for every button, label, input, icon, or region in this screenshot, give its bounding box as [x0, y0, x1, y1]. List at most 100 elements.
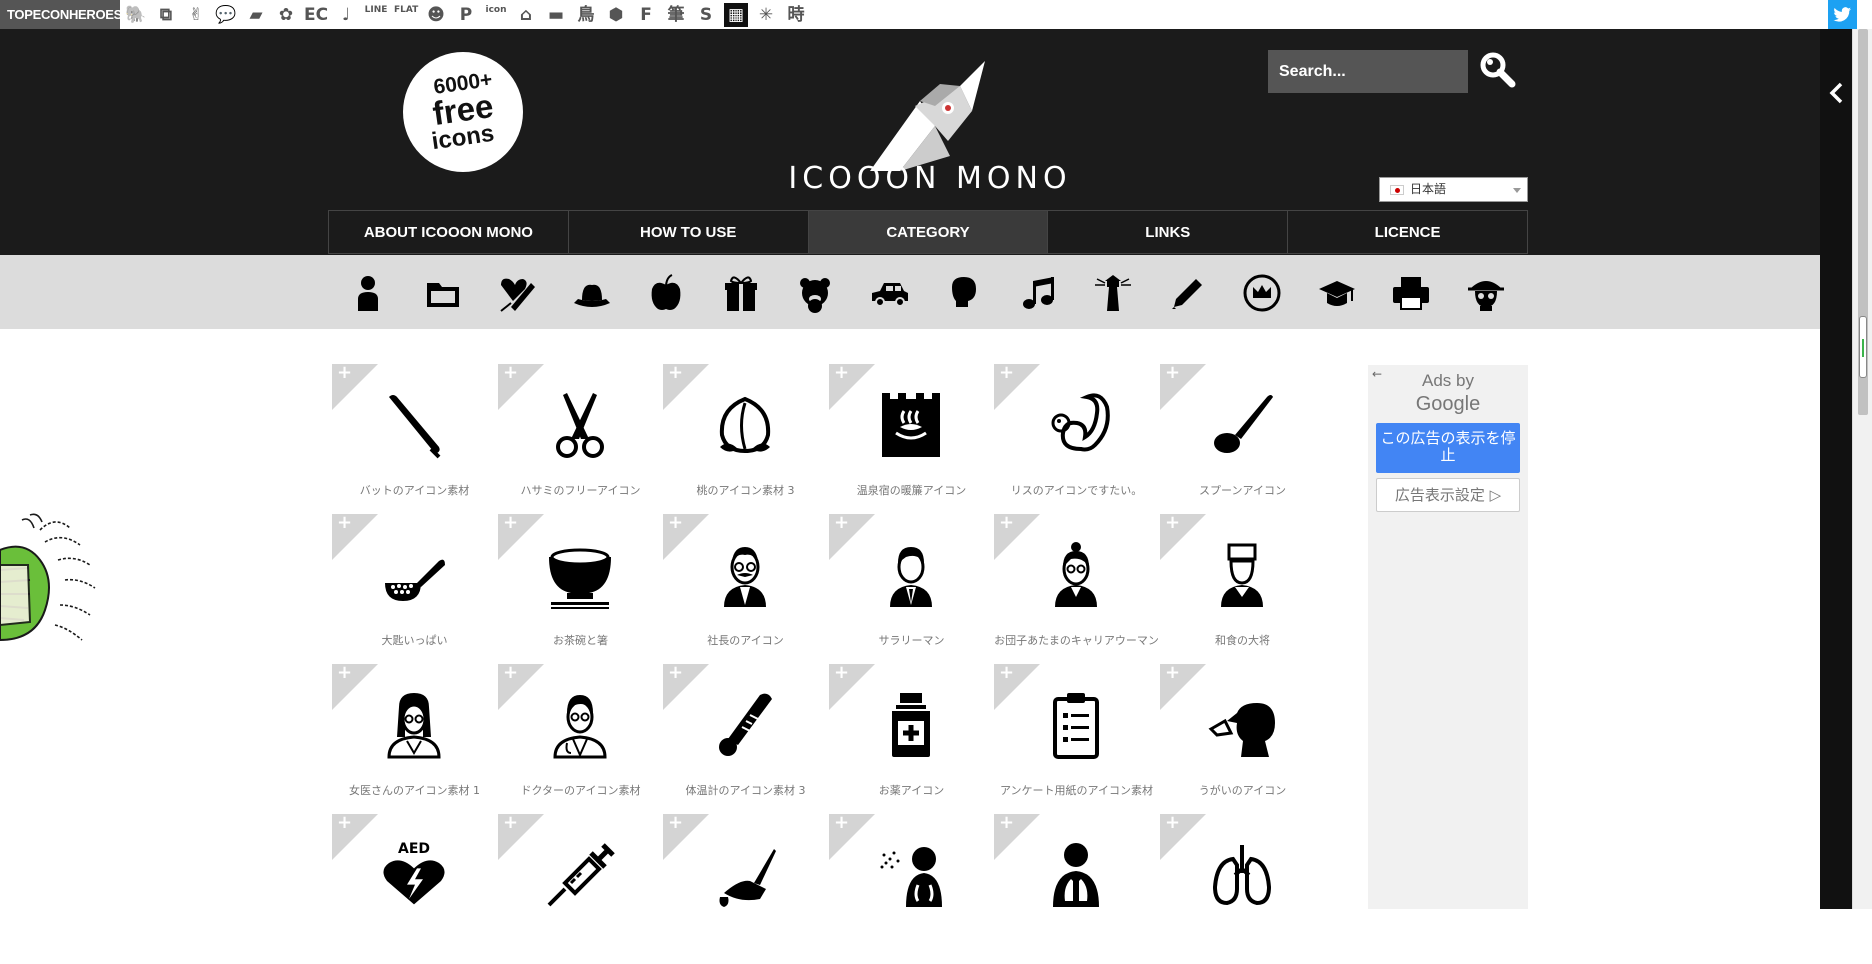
spray-lungs-icon[interactable]	[876, 839, 946, 909]
nav-category[interactable]: CATEGORY	[808, 211, 1049, 254]
female-doctor-icon[interactable]	[379, 689, 449, 759]
scissors-icon[interactable]	[545, 389, 615, 459]
icon-card[interactable]: + リスのアイコンですたい。	[994, 362, 1159, 514]
icon-card[interactable]: + ドクターのアイコン素材	[498, 662, 663, 814]
p-icon[interactable]: P	[454, 3, 478, 27]
icon-label[interactable]: 大匙いっぱい	[332, 633, 497, 648]
plus-icon[interactable]: +	[337, 512, 352, 533]
plus-icon[interactable]: +	[668, 812, 683, 833]
icon-label[interactable]: 女医さんのアイコン素材 1	[332, 783, 497, 798]
search-input[interactable]	[1268, 50, 1468, 93]
icon-card[interactable]: + 社長のアイコン	[663, 512, 828, 664]
icon-label[interactable]: ドクターのアイコン素材	[498, 783, 663, 798]
aed-icon[interactable]: AED	[379, 839, 449, 909]
icon-card[interactable]: + お薬アイコン	[829, 662, 994, 814]
plus-icon[interactable]: +	[999, 662, 1014, 683]
category-gift-icon[interactable]	[721, 273, 761, 313]
icon-card[interactable]: + スプーンアイコン	[1160, 362, 1325, 514]
line-icon[interactable]: LINE	[364, 3, 388, 27]
plus-icon[interactable]: +	[834, 662, 849, 683]
icon-card[interactable]: + 大匙いっぱい	[332, 512, 497, 664]
plus-icon[interactable]: +	[834, 812, 849, 833]
house-icon[interactable]: ⌂	[514, 3, 538, 27]
category-folder-icon[interactable]	[423, 273, 463, 313]
icon-card[interactable]: + サラリーマン	[829, 512, 994, 664]
grid-icon[interactable]: ▦	[724, 3, 748, 27]
medicine-bottle-icon[interactable]	[876, 689, 946, 759]
time-kanji-icon[interactable]: 時	[784, 3, 808, 27]
burst-icon[interactable]: ✳	[754, 3, 778, 27]
nav-links[interactable]: LINKS	[1048, 211, 1289, 254]
lungs-body-icon[interactable]	[1041, 839, 1111, 909]
thermometer-icon[interactable]	[710, 689, 780, 759]
plus-icon[interactable]: +	[503, 512, 518, 533]
plus-icon[interactable]: +	[1165, 362, 1180, 383]
plus-icon[interactable]: +	[834, 512, 849, 533]
stick-figure-icon[interactable]: ✌	[184, 3, 208, 27]
icon-label[interactable]: 体温計のアイコン素材 3	[663, 783, 828, 798]
plus-icon[interactable]: +	[668, 362, 683, 383]
category-music-note-icon[interactable]	[1019, 273, 1059, 313]
plus-icon[interactable]: +	[834, 362, 849, 383]
flower-icon[interactable]: ✿	[274, 3, 298, 27]
bird-kanji-icon[interactable]: 鳥	[574, 3, 598, 27]
icon-card[interactable]: + 和食の大将	[1160, 512, 1325, 664]
topeconheroes-brand[interactable]: TOPECONHEROES	[0, 0, 122, 29]
search-icon[interactable]	[1478, 50, 1518, 90]
spoon-icon[interactable]	[1207, 389, 1277, 459]
icon-card[interactable]: +	[663, 812, 828, 964]
icon-label[interactable]: お薬アイコン	[829, 783, 994, 798]
icon-label[interactable]: うがいのアイコン	[1160, 783, 1325, 798]
category-pirate-skull-icon[interactable]	[1466, 273, 1506, 313]
ad-settings-button[interactable]: 広告表示設定 ▷	[1376, 478, 1520, 512]
rice-bowl-icon[interactable]	[545, 539, 615, 609]
lungs-icon[interactable]	[1207, 839, 1277, 909]
icon-label[interactable]: 和食の大将	[1160, 633, 1325, 648]
language-select[interactable]: 日本語	[1379, 177, 1528, 202]
scrollbar[interactable]	[1852, 29, 1872, 909]
peach-icon[interactable]	[710, 389, 780, 459]
flat-icon[interactable]: FLAT	[394, 3, 418, 27]
ec-icon[interactable]: EC	[304, 3, 328, 27]
category-pencil-icon[interactable]	[1168, 273, 1208, 313]
f-icon[interactable]: F	[634, 3, 658, 27]
icon-card[interactable]: + バットのアイコン素材	[332, 362, 497, 514]
chevron-left-icon[interactable]	[1828, 81, 1844, 105]
plus-icon[interactable]: +	[668, 512, 683, 533]
squirrel-icon[interactable]	[1041, 389, 1111, 459]
speech-bubble-icon[interactable]: 💬	[214, 3, 238, 27]
career-woman-icon[interactable]	[1041, 539, 1111, 609]
category-crown-badge-icon[interactable]	[1242, 273, 1282, 313]
hot-spring-curtain-icon[interactable]	[876, 389, 946, 459]
nav-licence[interactable]: LICENCE	[1288, 211, 1528, 254]
elephant-icon[interactable]: 🐘	[124, 3, 148, 27]
icon-card[interactable]: + アンケート用紙のアイコン素材	[994, 662, 1159, 814]
unicorn-logo-icon[interactable]	[860, 56, 1000, 176]
category-apple-icon[interactable]	[646, 273, 686, 313]
music-note-icon[interactable]: ♩	[334, 3, 358, 27]
icon-card[interactable]: +	[829, 812, 994, 964]
plus-icon[interactable]: +	[999, 512, 1014, 533]
icon-card[interactable]: + お団子あたまのキャリアウーマン	[994, 512, 1159, 664]
category-person-icon[interactable]	[348, 273, 388, 313]
icon-label[interactable]: お団子あたまのキャリアウーマン	[994, 633, 1159, 648]
stop-ad-button[interactable]: この広告の表示を停止	[1376, 423, 1520, 473]
brush-kanji-icon[interactable]: 筆	[664, 3, 688, 27]
chef-icon[interactable]	[1207, 539, 1277, 609]
icon-label[interactable]: サラリーマン	[829, 633, 994, 648]
category-graduation-cap-icon[interactable]	[1317, 273, 1357, 313]
icon-label[interactable]: ハサミのフリーアイコン	[498, 483, 663, 498]
ladle-icon[interactable]	[379, 539, 449, 609]
plus-icon[interactable]: +	[1165, 662, 1180, 683]
category-hat-icon[interactable]	[572, 273, 612, 313]
category-heart-syringe-icon[interactable]	[497, 273, 537, 313]
icon-card[interactable]: + 体温計のアイコン素材 3	[663, 662, 828, 814]
nav-about[interactable]: ABOUT ICOOON MONO	[329, 211, 569, 254]
plus-icon[interactable]: +	[999, 362, 1014, 383]
twitter-icon[interactable]	[1828, 0, 1857, 29]
icon-card[interactable]: +	[498, 812, 663, 964]
icon-label[interactable]: バットのアイコン素材	[332, 483, 497, 498]
icon-label[interactable]: リスのアイコンですたい。	[994, 483, 1159, 498]
scalpel-icon[interactable]	[710, 839, 780, 909]
plus-icon[interactable]: +	[1165, 512, 1180, 533]
